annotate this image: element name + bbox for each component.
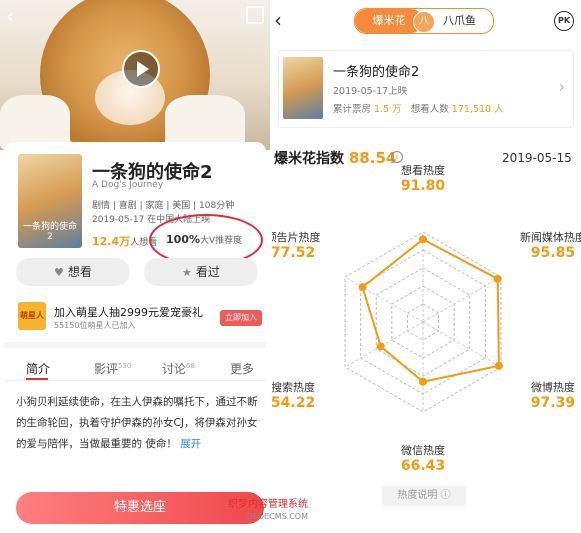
want-count-value: 12.4万: [92, 235, 131, 248]
play-button[interactable]: [122, 50, 160, 88]
tab-intro[interactable]: 简介: [26, 360, 50, 377]
radar-point: [494, 361, 503, 370]
detail-tabs: 简介 影评530 讨论68 更多: [4, 354, 266, 381]
radar-point: [493, 274, 502, 283]
radar-value-label: 54.22: [272, 395, 316, 411]
divider: [4, 342, 266, 348]
tab-label: 影评: [94, 362, 119, 376]
share-icon[interactable]: [246, 6, 264, 24]
movie-description: 小狗贝利延续使命，在主人伊森的嘱托下，通过不断的生命轮回，执着守护伊森的孙女CJ…: [16, 392, 260, 455]
radar-value-label: 66.43: [400, 458, 446, 474]
tab-label: 更多: [230, 362, 255, 376]
radar-axis-label: 微信热度: [401, 444, 445, 457]
tab-count: 68: [186, 362, 195, 370]
movie-title-en: A Dog's Journey: [92, 180, 164, 190]
popcorn-index-panel: ‹ 爆米花 八 八爪鱼 PK 一条狗的使命2 2019-05-17上映 累计票房…: [272, 0, 581, 533]
movie-title: 一条狗的使命2: [333, 65, 420, 80]
movie-info-card: 一条狗的使命2 一条狗的使命2 A Dog's Journey 剧情 | 喜剧 …: [4, 142, 266, 533]
pk-button[interactable]: PK: [554, 11, 574, 31]
radar-chart: 想看热度 91.80 新闻媒体热度 95.85 微博热度 97.39 微信热度 66.43 搜索…: [272, 164, 581, 490]
join-button[interactable]: 立即加入: [220, 310, 262, 326]
radar-spoke: [344, 276, 424, 323]
radar-point: [358, 283, 367, 292]
seen-button-label: 看过: [195, 265, 220, 279]
radar-series: [361, 238, 500, 383]
radar-spoke: [422, 321, 502, 368]
watermark: 织梦内容管理系统 DEDECMS.COM: [198, 499, 308, 523]
box-office-label: 累计票房: [333, 104, 372, 115]
info-icon: ⓘ: [440, 490, 451, 501]
back-icon[interactable]: ‹: [274, 8, 282, 32]
movie-poster: [283, 57, 323, 119]
radar-point: [419, 235, 427, 244]
poster-title: 一条狗的使命2: [22, 222, 77, 242]
tab-reviews[interactable]: 影评530: [94, 360, 131, 377]
watermark-line1: 织梦内容管理系统: [228, 499, 308, 510]
radar-axis-label: 微博热度: [530, 381, 575, 394]
expand-link[interactable]: 展开: [180, 438, 201, 450]
source-switch[interactable]: 爆米花 八 八爪鱼: [354, 8, 494, 34]
tab-count: 530: [118, 362, 132, 370]
trailer-cover[interactable]: ‹: [0, 0, 270, 150]
radar-axis-label: 预告片热度: [272, 231, 321, 244]
description-text: 小狗贝利延续使命，在主人伊森的嘱托下，通过不断的生命轮回，执着守护伊森的孙女CJ…: [16, 396, 258, 450]
seen-button[interactable]: ★ 看过: [144, 258, 258, 286]
movie-genre: 剧情 | 喜剧 | 家庭 | 美国 | 108分钟: [92, 201, 235, 211]
movie-poster[interactable]: 一条狗的使命2: [18, 154, 82, 248]
radar-value-label: 91.80: [400, 178, 446, 194]
popcorn-index: 爆米花指数 88.54: [274, 148, 396, 168]
want-count: 12.4万人想看: [92, 233, 157, 249]
chevron-right-icon: ›: [558, 77, 565, 96]
radar-spoke: [422, 276, 502, 323]
promo-icon: 萌星人: [18, 302, 46, 330]
heart-icon: ♥: [54, 266, 64, 279]
back-icon[interactable]: ‹: [6, 6, 14, 26]
want-button-label: 想看: [67, 265, 92, 279]
explain-button[interactable]: 热度说明 ⓘ: [382, 486, 466, 506]
movie-detail-panel: ‹ 一条狗的使命2 一条狗的使命2 A Dog's Journey 剧情 | 喜…: [0, 0, 270, 533]
tab-octopus[interactable]: 八爪鱼: [443, 9, 476, 33]
tab-underline: [26, 378, 48, 380]
radar-point: [419, 377, 427, 386]
radar-value-label: 97.39: [530, 395, 576, 411]
radar-axis-label: 搜索热度: [272, 381, 316, 394]
tab-discuss[interactable]: 讨论68: [162, 360, 195, 377]
index-date: 2019-05-15: [502, 151, 572, 165]
movie-summary-card[interactable]: 一条狗的使命2 2019-05-17上映 累计票房 1.5 万 想看人数 171…: [278, 50, 574, 128]
radar-point: [376, 342, 385, 351]
explain-label: 热度说明: [397, 490, 438, 501]
tab-more[interactable]: 更多: [230, 360, 254, 377]
radar-value-label: 77.52: [272, 245, 316, 261]
release-date: 2019-05-17上映: [333, 86, 408, 97]
index-label: 爆米花指数: [274, 151, 344, 167]
movie-stats: 累计票房 1.5 万 想看人数 171,510 人: [333, 101, 504, 115]
want-value: 171,510 人: [451, 104, 504, 115]
octopus-avatar-icon: 八: [413, 11, 435, 33]
watermark-line2: DEDECMS.COM: [246, 512, 308, 521]
box-office-value: 1.5 万: [374, 104, 402, 115]
radar-axis-label: 想看热度: [401, 164, 445, 177]
star-icon: ★: [182, 266, 192, 279]
tab-label: 简介: [26, 362, 51, 376]
promo-title[interactable]: 加入萌星人抽2999元爱宠豪礼: [54, 304, 203, 320]
radar-value-label: 95.85: [530, 245, 576, 261]
want-label: 想看人数: [410, 104, 449, 115]
promo-subtitle: 55150位萌星人已加入: [54, 321, 136, 330]
radar-axis-label: 新闻媒体热度: [519, 231, 581, 244]
tab-label: 讨论: [162, 362, 187, 376]
want-button[interactable]: ♥ 想看: [16, 258, 130, 286]
